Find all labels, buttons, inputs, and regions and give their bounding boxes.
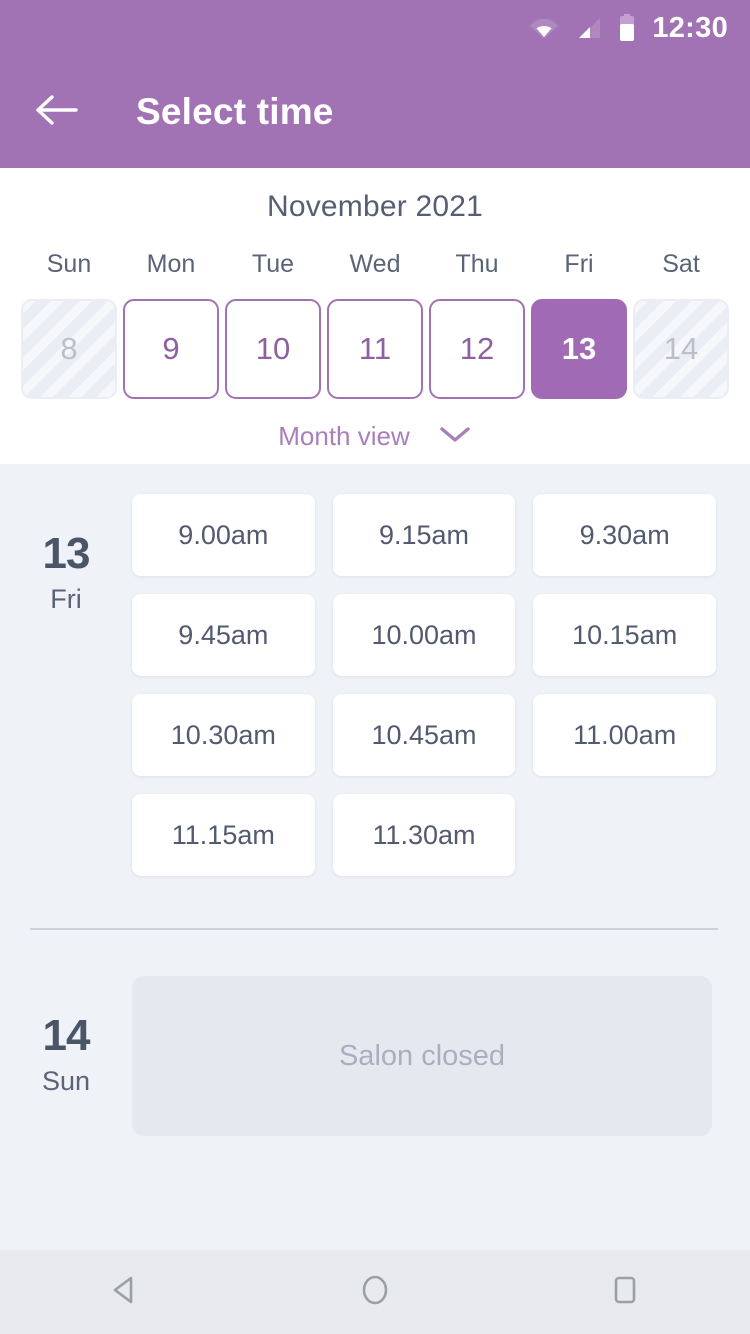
nav-back-button[interactable] (77, 1250, 173, 1334)
calendar-cell-wrap: 12 (426, 299, 528, 399)
square-recents-icon (607, 1272, 643, 1313)
calendar-day-14: 14 (633, 299, 729, 399)
day-weekday: Sun (41, 1066, 91, 1096)
time-slot[interactable]: 10.15am (533, 594, 716, 676)
time-slot[interactable]: 9.15am (332, 494, 516, 576)
month-view-toggle[interactable]: Month view (0, 421, 750, 452)
app-bar: Select time (0, 56, 750, 168)
time-slot[interactable]: 10.45am (332, 694, 516, 776)
cell-signal-icon (576, 16, 602, 40)
calendar-day-9[interactable]: 9 (123, 299, 219, 399)
time-slot[interactable]: 10.30am (132, 694, 315, 776)
calendar-cell-wrap: 9 (120, 299, 222, 399)
nav-recents-button[interactable] (577, 1250, 673, 1334)
calendar-day-10[interactable]: 10 (225, 299, 321, 399)
calendar-panel: November 2021 Sun Mon Tue Wed Thu Fri Sa… (0, 168, 750, 464)
calendar-cell-wrap: 10 (222, 299, 324, 399)
calendar-day-row: 8 9 10 11 12 13 14 (0, 299, 750, 399)
calendar-month-title: November 2021 (266, 190, 484, 223)
day-weekday: Fri (50, 584, 82, 614)
weekday-header: Tue (251, 250, 295, 278)
weekday-header: Thu (455, 250, 499, 278)
slot-grid-13: 9.00am 9.15am 9.30am 9.45am 10.00am 10.1… (132, 494, 750, 876)
time-slot[interactable]: 11.15am (132, 794, 315, 876)
wifi-icon (529, 16, 559, 40)
calendar-day-8: 8 (21, 299, 117, 399)
time-slot[interactable]: 9.45am (132, 594, 315, 676)
time-slot[interactable]: 11.30am (332, 794, 516, 876)
salon-closed-panel: Salon closed (132, 976, 712, 1136)
day-number: 13 (42, 529, 91, 578)
circle-home-icon (357, 1272, 393, 1313)
day-block-13: 13 Fri 9.00am 9.15am 9.30am 9.45am 10.00… (0, 464, 750, 876)
time-slots-area: 13 Fri 9.00am 9.15am 9.30am 9.45am 10.00… (0, 464, 750, 1250)
status-bar-clock: 12:30 (652, 11, 728, 44)
weekday-header: Fri (564, 250, 594, 278)
weekday-header: Sat (662, 250, 700, 278)
calendar-weekday-header-row: Sun Mon Tue Wed Thu Fri Sat (0, 250, 750, 299)
calendar-day-11[interactable]: 11 (327, 299, 423, 399)
calendar-day-13-selected[interactable]: 13 (531, 299, 627, 399)
month-view-toggle-label: Month view (278, 421, 410, 451)
page-title: Select time (136, 91, 334, 132)
chevron-down-icon (438, 424, 472, 449)
time-slot[interactable]: 9.00am (132, 494, 315, 576)
weekday-header: Mon (146, 250, 196, 278)
day-label-14: 14 Sun (0, 976, 132, 1136)
app-root: 12:30 Select time November 2021 Sun Mon … (0, 0, 750, 1334)
triangle-back-icon (107, 1272, 143, 1313)
nav-home-button[interactable] (327, 1250, 423, 1334)
day-label-13: 13 Fri (0, 494, 132, 876)
day-number: 14 (42, 1011, 91, 1060)
time-slot[interactable]: 10.00am (332, 594, 516, 676)
weekday-header: Sun (46, 250, 92, 278)
arrow-left-icon (35, 94, 79, 131)
android-nav-bar (0, 1250, 750, 1334)
time-slot[interactable]: 11.00am (533, 694, 716, 776)
time-slot[interactable]: 9.30am (533, 494, 716, 576)
status-bar: 12:30 (0, 0, 750, 56)
calendar-cell-wrap: 11 (324, 299, 426, 399)
calendar-cell-wrap: 14 (630, 299, 732, 399)
calendar-day-12[interactable]: 12 (429, 299, 525, 399)
weekday-header: Wed (349, 250, 401, 278)
calendar-cell-wrap: 13 (528, 299, 630, 399)
battery-icon (619, 14, 635, 42)
back-button[interactable] (34, 89, 80, 135)
day-block-14: 14 Sun Salon closed (0, 930, 750, 1136)
calendar-cell-wrap: 8 (18, 299, 120, 399)
